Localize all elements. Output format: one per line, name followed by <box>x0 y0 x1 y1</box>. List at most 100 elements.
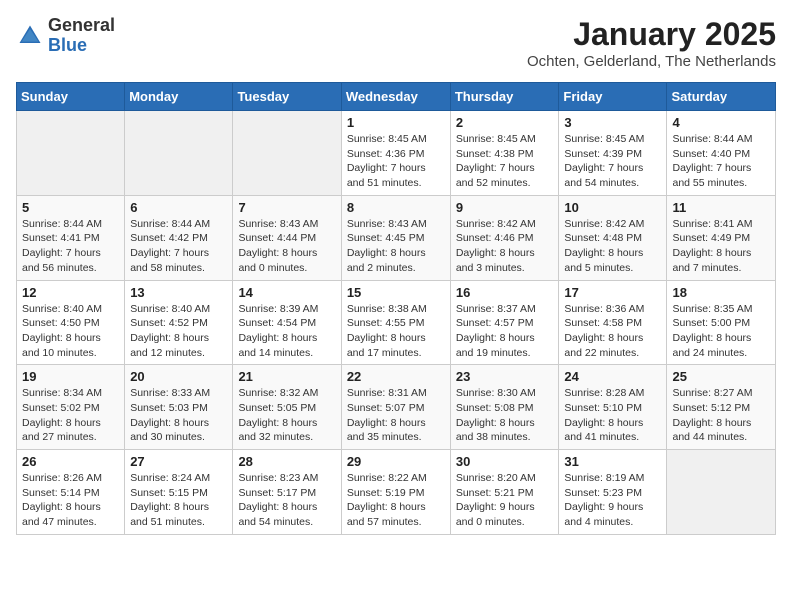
day-info: Sunrise: 8:39 AM Sunset: 4:54 PM Dayligh… <box>238 302 335 361</box>
location-subtitle: Ochten, Gelderland, The Netherlands <box>527 53 776 70</box>
calendar-day-header: Wednesday <box>341 83 450 111</box>
day-number: 4 <box>672 115 770 130</box>
day-info: Sunrise: 8:20 AM Sunset: 5:21 PM Dayligh… <box>456 471 554 530</box>
day-info: Sunrise: 8:38 AM Sunset: 4:55 PM Dayligh… <box>347 302 445 361</box>
day-info: Sunrise: 8:27 AM Sunset: 5:12 PM Dayligh… <box>672 386 770 445</box>
day-info: Sunrise: 8:45 AM Sunset: 4:38 PM Dayligh… <box>456 132 554 191</box>
day-number: 9 <box>456 200 554 215</box>
logo-general-text: General <box>48 15 115 35</box>
calendar-cell: 30 Sunrise: 8:20 AM Sunset: 5:21 PM Dayli… <box>450 450 559 535</box>
day-number: 3 <box>564 115 661 130</box>
day-number: 12 <box>22 285 119 300</box>
day-number: 25 <box>672 369 770 384</box>
day-number: 19 <box>22 369 119 384</box>
day-info: Sunrise: 8:23 AM Sunset: 5:17 PM Dayligh… <box>238 471 335 530</box>
calendar-cell <box>125 111 233 196</box>
day-info: Sunrise: 8:44 AM Sunset: 4:40 PM Dayligh… <box>672 132 770 191</box>
day-number: 18 <box>672 285 770 300</box>
calendar-cell: 2Sunrise: 8:45 AM Sunset: 4:38 PM Daylig… <box>450 111 559 196</box>
calendar-cell: 6 Sunrise: 8:44 AM Sunset: 4:42 PM Daylig… <box>125 195 233 280</box>
month-year-title: January 2025 <box>527 16 776 53</box>
calendar-cell: 14 Sunrise: 8:39 AM Sunset: 4:54 PM Dayli… <box>233 280 341 365</box>
calendar-cell: 27 Sunrise: 8:24 AM Sunset: 5:15 PM Dayli… <box>125 450 233 535</box>
calendar-cell: 23 Sunrise: 8:30 AM Sunset: 5:08 PM Dayli… <box>450 365 559 450</box>
day-number: 6 <box>130 200 227 215</box>
day-info: Sunrise: 8:33 AM Sunset: 5:03 PM Dayligh… <box>130 386 227 445</box>
day-number: 22 <box>347 369 445 384</box>
day-number: 28 <box>238 454 335 469</box>
calendar-week-row: 26Sunrise: 8:26 AM Sunset: 5:14 PM Dayli… <box>17 450 776 535</box>
calendar-cell: 1 Sunrise: 8:45 AM Sunset: 4:36 PM Daylig… <box>341 111 450 196</box>
calendar-cell: 29 Sunrise: 8:22 AM Sunset: 5:19 PM Dayli… <box>341 450 450 535</box>
day-info: Sunrise: 8:32 AM Sunset: 5:05 PM Dayligh… <box>238 386 335 445</box>
calendar-cell: 12 Sunrise: 8:40 AM Sunset: 4:50 PM Dayli… <box>17 280 125 365</box>
day-info: Sunrise: 8:43 AM Sunset: 4:45 PM Dayligh… <box>347 217 445 276</box>
day-info: Sunrise: 8:40 AM Sunset: 4:52 PM Dayligh… <box>130 302 227 361</box>
day-number: 23 <box>456 369 554 384</box>
calendar-cell <box>667 450 776 535</box>
day-number: 21 <box>238 369 335 384</box>
calendar-cell: 25 Sunrise: 8:27 AM Sunset: 5:12 PM Dayli… <box>667 365 776 450</box>
calendar-cell: 9 Sunrise: 8:42 AM Sunset: 4:46 PM Daylig… <box>450 195 559 280</box>
day-info: Sunrise: 8:37 AM Sunset: 4:57 PM Dayligh… <box>456 302 554 361</box>
day-info: Sunrise: 8:24 AM Sunset: 5:15 PM Dayligh… <box>130 471 227 530</box>
day-info: Sunrise: 8:43 AM Sunset: 4:44 PM Dayligh… <box>238 217 335 276</box>
day-info: Sunrise: 8:31 AM Sunset: 5:07 PM Dayligh… <box>347 386 445 445</box>
day-info: Sunrise: 8:40 AM Sunset: 4:50 PM Dayligh… <box>22 302 119 361</box>
day-number: 1 <box>347 115 445 130</box>
day-info: Sunrise: 8:30 AM Sunset: 5:08 PM Dayligh… <box>456 386 554 445</box>
calendar-cell: 28 Sunrise: 8:23 AM Sunset: 5:17 PM Dayli… <box>233 450 341 535</box>
calendar-day-header: Saturday <box>667 83 776 111</box>
calendar-cell: 21 Sunrise: 8:32 AM Sunset: 5:05 PM Dayli… <box>233 365 341 450</box>
calendar-table: SundayMondayTuesdayWednesdayThursdayFrid… <box>16 82 776 535</box>
day-number: 30 <box>456 454 554 469</box>
day-number: 5 <box>22 200 119 215</box>
calendar-cell: 31 Sunrise: 8:19 AM Sunset: 5:23 PM Dayli… <box>559 450 667 535</box>
calendar-day-header: Tuesday <box>233 83 341 111</box>
day-number: 14 <box>238 285 335 300</box>
day-number: 29 <box>347 454 445 469</box>
calendar-week-row: 19 Sunrise: 8:34 AM Sunset: 5:02 PM Dayli… <box>17 365 776 450</box>
logo-blue-text: Blue <box>48 35 87 55</box>
day-info: Sunrise: 8:34 AM Sunset: 5:02 PM Dayligh… <box>22 386 119 445</box>
calendar-cell: 3 Sunrise: 8:45 AM Sunset: 4:39 PM Daylig… <box>559 111 667 196</box>
calendar-cell: 4 Sunrise: 8:44 AM Sunset: 4:40 PM Daylig… <box>667 111 776 196</box>
day-info: Sunrise: 8:44 AM Sunset: 4:41 PM Dayligh… <box>22 217 119 276</box>
day-info: Sunrise: 8:22 AM Sunset: 5:19 PM Dayligh… <box>347 471 445 530</box>
calendar-cell: 13Sunrise: 8:40 AM Sunset: 4:52 PM Dayli… <box>125 280 233 365</box>
day-number: 20 <box>130 369 227 384</box>
calendar-header-row: SundayMondayTuesdayWednesdayThursdayFrid… <box>17 83 776 111</box>
calendar-cell: 11 Sunrise: 8:41 AM Sunset: 4:49 PM Dayli… <box>667 195 776 280</box>
calendar-cell: 22 Sunrise: 8:31 AM Sunset: 5:07 PM Dayli… <box>341 365 450 450</box>
calendar-cell: 20 Sunrise: 8:33 AM Sunset: 5:03 PM Dayli… <box>125 365 233 450</box>
day-number: 8 <box>347 200 445 215</box>
day-number: 11 <box>672 200 770 215</box>
day-number: 10 <box>564 200 661 215</box>
day-info: Sunrise: 8:45 AM Sunset: 4:36 PM Dayligh… <box>347 132 445 191</box>
calendar-cell: 16 Sunrise: 8:37 AM Sunset: 4:57 PM Dayli… <box>450 280 559 365</box>
day-info: Sunrise: 8:44 AM Sunset: 4:42 PM Dayligh… <box>130 217 227 276</box>
title-block: January 2025 Ochten, Gelderland, The Net… <box>527 16 776 70</box>
day-info: Sunrise: 8:28 AM Sunset: 5:10 PM Dayligh… <box>564 386 661 445</box>
calendar-cell: 5 Sunrise: 8:44 AM Sunset: 4:41 PM Daylig… <box>17 195 125 280</box>
day-info: Sunrise: 8:42 AM Sunset: 4:46 PM Dayligh… <box>456 217 554 276</box>
day-number: 31 <box>564 454 661 469</box>
day-number: 26 <box>22 454 119 469</box>
day-number: 16 <box>456 285 554 300</box>
calendar-cell: 19 Sunrise: 8:34 AM Sunset: 5:02 PM Dayli… <box>17 365 125 450</box>
day-info: Sunrise: 8:36 AM Sunset: 4:58 PM Dayligh… <box>564 302 661 361</box>
calendar-day-header: Sunday <box>17 83 125 111</box>
day-number: 27 <box>130 454 227 469</box>
calendar-week-row: 5 Sunrise: 8:44 AM Sunset: 4:41 PM Daylig… <box>17 195 776 280</box>
calendar-cell <box>17 111 125 196</box>
day-info: Sunrise: 8:41 AM Sunset: 4:49 PM Dayligh… <box>672 217 770 276</box>
calendar-day-header: Thursday <box>450 83 559 111</box>
calendar-cell: 10 Sunrise: 8:42 AM Sunset: 4:48 PM Dayli… <box>559 195 667 280</box>
logo: General Blue <box>16 16 115 56</box>
day-number: 15 <box>347 285 445 300</box>
day-info: Sunrise: 8:45 AM Sunset: 4:39 PM Dayligh… <box>564 132 661 191</box>
day-info: Sunrise: 8:35 AM Sunset: 5:00 PM Dayligh… <box>672 302 770 361</box>
day-info: Sunrise: 8:19 AM Sunset: 5:23 PM Dayligh… <box>564 471 661 530</box>
calendar-cell: 26Sunrise: 8:26 AM Sunset: 5:14 PM Dayli… <box>17 450 125 535</box>
day-info: Sunrise: 8:42 AM Sunset: 4:48 PM Dayligh… <box>564 217 661 276</box>
